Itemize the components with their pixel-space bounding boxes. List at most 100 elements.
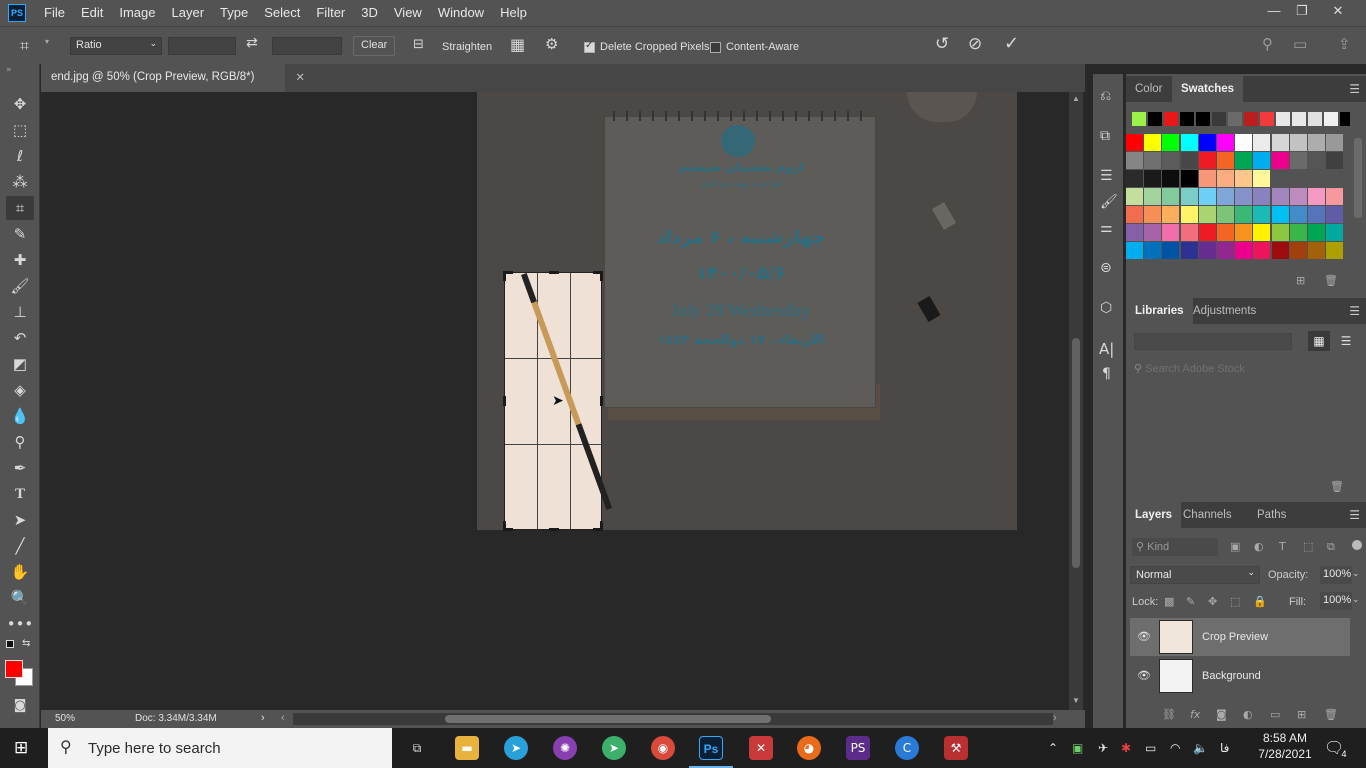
- color-swatch[interactable]: [1289, 152, 1307, 169]
- straighten-label[interactable]: Straighten: [442, 41, 492, 53]
- document-tab[interactable]: end.jpg @ 50% (Crop Preview, RGB/8*) ✕: [41, 64, 305, 92]
- color-swatch[interactable]: [1198, 224, 1216, 241]
- ratio-select[interactable]: Ratio ⌄: [70, 37, 162, 55]
- color-swatch[interactable]: [1289, 188, 1307, 205]
- lock-all-icon[interactable]: 🔒: [1253, 595, 1267, 608]
- healing-brush-tool-icon[interactable]: ✚: [6, 248, 34, 272]
- color-swatch[interactable]: [1235, 152, 1253, 169]
- color-swatch[interactable]: [1144, 242, 1162, 259]
- color-swatch[interactable]: [1308, 224, 1325, 241]
- menu-image[interactable]: Image: [111, 0, 163, 26]
- lasso-tool-icon[interactable]: ℓ: [6, 144, 34, 168]
- color-swatch[interactable]: [1271, 188, 1289, 205]
- delete-swatch-icon[interactable]: 🗑: [1324, 274, 1338, 287]
- clear-button[interactable]: Clear: [353, 36, 396, 56]
- color-swatch[interactable]: [1217, 224, 1234, 241]
- library-search[interactable]: ⚲ Search Adobe Stock: [1134, 362, 1356, 380]
- crop-handle-br[interactable]: [600, 521, 603, 531]
- tab-layers[interactable]: Layers: [1126, 502, 1182, 528]
- color-swatch[interactable]: [1126, 206, 1143, 223]
- wifi-icon[interactable]: ◠: [1170, 728, 1180, 768]
- foreground-color-swatch[interactable]: [5, 660, 23, 678]
- tray-app-icon[interactable]: ▣: [1072, 728, 1083, 768]
- color-swatch[interactable]: [1308, 152, 1325, 169]
- scroll-right-icon[interactable]: ›: [1053, 712, 1057, 724]
- color-swatch[interactable]: [1308, 206, 1325, 223]
- color-swatch[interactable]: [1235, 134, 1253, 151]
- more-tools-icon[interactable]: •••: [6, 612, 34, 636]
- library-select[interactable]: [1134, 333, 1292, 350]
- properties-icon[interactable]: ☰: [1100, 168, 1113, 184]
- color-swatch[interactable]: [1126, 170, 1143, 187]
- color-swatch[interactable]: [1308, 242, 1325, 259]
- tray-app-icon[interactable]: ✈: [1098, 728, 1108, 768]
- app-c-icon[interactable]: C: [895, 736, 919, 760]
- workspace-icon[interactable]: ▭: [1293, 35, 1307, 53]
- hand-tool-icon[interactable]: ✋: [6, 560, 34, 584]
- visibility-eye-icon[interactable]: 👁: [1137, 630, 1151, 643]
- add-mask-icon[interactable]: ◙: [1216, 708, 1227, 721]
- panel-menu-icon[interactable]: ☰: [1349, 82, 1360, 96]
- color-swatch[interactable]: [1235, 242, 1253, 259]
- color-swatch[interactable]: [1276, 112, 1290, 126]
- grid-view-icon[interactable]: ▦: [1308, 331, 1330, 351]
- color-swatch[interactable]: [1144, 170, 1162, 187]
- color-swatch[interactable]: [1253, 242, 1271, 259]
- color-swatch[interactable]: [1292, 112, 1306, 126]
- default-colors-icon[interactable]: [6, 640, 14, 648]
- color-swatch[interactable]: [1162, 242, 1180, 259]
- color-swatch[interactable]: [1198, 152, 1216, 169]
- battery-icon[interactable]: ▭: [1145, 728, 1156, 768]
- menu-filter[interactable]: Filter: [308, 0, 353, 26]
- panel-menu-icon[interactable]: ☰: [1349, 508, 1360, 522]
- tab-channels[interactable]: Channels: [1174, 502, 1241, 528]
- opacity-input[interactable]: 100%: [1320, 566, 1352, 584]
- visibility-eye-icon[interactable]: 👁: [1137, 669, 1151, 682]
- telegram-icon[interactable]: ➤: [504, 736, 528, 760]
- color-swatch[interactable]: [1217, 134, 1234, 151]
- pen-tool-icon[interactable]: ✒: [6, 456, 34, 480]
- color-swatch[interactable]: [1198, 134, 1216, 151]
- move-tool-icon[interactable]: ✥: [6, 92, 34, 116]
- list-view-icon[interactable]: ☰: [1338, 331, 1354, 351]
- color-swatch[interactable]: [1326, 188, 1344, 205]
- color-swatch[interactable]: [1289, 134, 1307, 151]
- blend-mode-select[interactable]: Normal ⌄: [1130, 566, 1260, 584]
- filter-toggle-icon[interactable]: [1352, 540, 1362, 550]
- menu-select[interactable]: Select: [256, 0, 308, 26]
- line-tool-icon[interactable]: ╱: [6, 534, 34, 558]
- crop-handle-tr[interactable]: [600, 271, 603, 281]
- color-swatch[interactable]: [1235, 224, 1253, 241]
- color-swatch[interactable]: [1253, 206, 1271, 223]
- tab-color[interactable]: Color: [1126, 76, 1171, 102]
- photoshop-taskbar-icon[interactable]: Ps: [699, 736, 723, 760]
- clone-stamp-tool-icon[interactable]: ⊥: [6, 300, 34, 324]
- commit-crop-icon[interactable]: ✓: [1004, 33, 1019, 54]
- crop-handle-left[interactable]: [503, 396, 506, 406]
- color-swatch[interactable]: [1126, 224, 1143, 241]
- quick-mask-icon[interactable]: ◙: [6, 694, 34, 718]
- character-panel-icon[interactable]: A|: [1099, 340, 1114, 358]
- fill-input[interactable]: 100%: [1320, 592, 1352, 610]
- menu-view[interactable]: View: [386, 0, 430, 26]
- preset-chevron-icon[interactable]: ▾: [45, 37, 49, 46]
- settings-gear-icon[interactable]: ⚙: [545, 35, 558, 53]
- collapse-tools-icon[interactable]: »: [6, 65, 12, 75]
- color-swatch[interactable]: [1260, 112, 1274, 126]
- color-swatch[interactable]: [1162, 170, 1180, 187]
- tab-paths[interactable]: Paths: [1248, 502, 1295, 528]
- new-group-icon[interactable]: ▭: [1270, 708, 1280, 721]
- color-swatch[interactable]: [1180, 112, 1194, 126]
- crop-tool-icon[interactable]: ⌗: [6, 196, 34, 220]
- filter-adjustment-icon[interactable]: ◐: [1254, 540, 1264, 553]
- panel-menu-icon[interactable]: ☰: [1349, 304, 1360, 318]
- volume-icon[interactable]: 🔈: [1193, 728, 1208, 768]
- canvas-area[interactable]: اروم پشتیبان سیستم طراحی و تولید نرم افز…: [41, 92, 1069, 710]
- chrome-icon[interactable]: ◉: [651, 736, 675, 760]
- lock-transparent-icon[interactable]: ▩: [1164, 595, 1174, 608]
- chevron-down-icon[interactable]: ⌄: [1352, 569, 1360, 579]
- tab-adjustments[interactable]: Adjustments: [1184, 298, 1265, 324]
- adjust-sliders-icon[interactable]: ⚌: [1100, 220, 1113, 236]
- color-swatch[interactable]: [1326, 242, 1344, 259]
- color-swatch[interactable]: [1144, 224, 1162, 241]
